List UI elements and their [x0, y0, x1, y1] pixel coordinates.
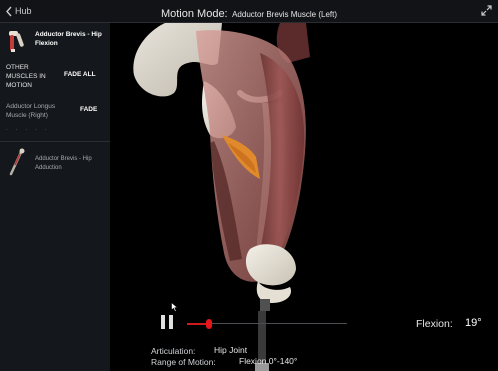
sidebar: Adductor Brevis - Hip Flexion OTHER MUSC… — [0, 23, 110, 371]
leg-bone-thumbnail-icon — [9, 148, 25, 176]
sidebar-divider — [0, 141, 110, 142]
pause-bar-right — [169, 315, 173, 329]
motion-slider[interactable] — [187, 319, 347, 329]
page-title: Motion Mode: Adductor Brevis Muscle (Lef… — [0, 4, 498, 22]
pause-button[interactable] — [160, 315, 174, 329]
articulation-label: Articulation: — [151, 346, 196, 356]
flexion-value: 19° — [465, 317, 482, 329]
expand-icon[interactable] — [481, 5, 492, 16]
slider-thumb[interactable] — [206, 319, 212, 329]
range-of-motion-value: Flexion 0°-140° — [239, 356, 298, 366]
motion-item-label: Adductor Brevis - Hip Adduction — [35, 156, 92, 171]
flexion-label: Flexion: — [416, 318, 453, 330]
articulation-value: Hip Joint — [214, 345, 248, 355]
muscle-item-label: Adductor Longus Muscle (Right) — [6, 103, 56, 119]
range-of-motion-label: Range of Motion: — [151, 357, 216, 367]
hip-flexion-thumbnail-icon — [9, 31, 24, 52]
pause-bar-left — [161, 315, 165, 329]
fade-all-button[interactable]: FADE ALL — [64, 71, 96, 78]
more-muscles-indicator: · · · · · — [6, 127, 50, 133]
subtitle-text: Adductor Brevis Muscle (Left) — [232, 10, 338, 19]
other-muscles-heading: OTHER MUSCLES IN MOTION — [6, 64, 46, 89]
active-motion-item[interactable]: Adductor Brevis - Hip Flexion — [6, 27, 110, 63]
motion-item-hip-adduction[interactable]: Adductor Brevis - Hip Adduction — [6, 148, 110, 178]
anatomy-3d-view[interactable] — [110, 23, 498, 311]
top-bar: Hub Motion Mode: Adductor Brevis Muscle … — [0, 0, 498, 23]
active-motion-label: Adductor Brevis - Hip Flexion — [35, 31, 102, 47]
fade-muscle-button[interactable]: FADE — [80, 106, 97, 113]
mouse-cursor-icon — [171, 302, 178, 312]
title-text: Motion Mode: — [160, 8, 228, 20]
